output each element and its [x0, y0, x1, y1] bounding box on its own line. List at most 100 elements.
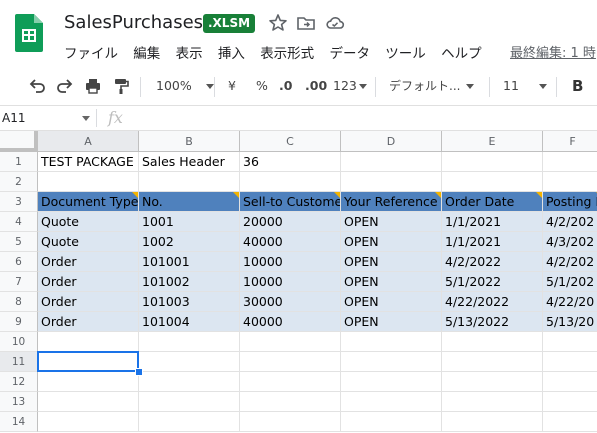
- cell-e3[interactable]: Order Date: [442, 192, 543, 212]
- cell-e2[interactable]: [442, 172, 543, 192]
- cell-c2[interactable]: [240, 172, 341, 192]
- cell-f4[interactable]: 4/2/202: [543, 212, 597, 232]
- cell-b5[interactable]: 1002: [139, 232, 240, 252]
- cell-e14[interactable]: [442, 412, 543, 432]
- cell-b4[interactable]: 1001: [139, 212, 240, 232]
- cell-d10[interactable]: [341, 332, 442, 352]
- cell-b1[interactable]: Sales Header: [139, 152, 240, 172]
- cell-a12[interactable]: [38, 372, 139, 392]
- cell-f9[interactable]: 5/13/20: [543, 312, 597, 332]
- cell-f3[interactable]: Posting D: [543, 192, 597, 212]
- print-icon[interactable]: [84, 76, 102, 96]
- cell-c3[interactable]: Sell-to Customer: [240, 192, 341, 212]
- cell-b14[interactable]: [139, 412, 240, 432]
- font-size-select[interactable]: 11: [503, 76, 547, 96]
- cell-d14[interactable]: [341, 412, 442, 432]
- row-header-12[interactable]: 12: [0, 372, 38, 392]
- cell-e1[interactable]: [442, 152, 543, 172]
- cell-c13[interactable]: [240, 392, 341, 412]
- percent-format-button[interactable]: %: [256, 76, 268, 96]
- cell-a4[interactable]: Quote: [38, 212, 139, 232]
- cell-d3[interactable]: Your Reference: [341, 192, 442, 212]
- cell-c5[interactable]: 40000: [240, 232, 341, 252]
- increase-decimal-button[interactable]: .00: [305, 76, 327, 96]
- cell-e7[interactable]: 5/1/2022: [442, 272, 543, 292]
- cell-a3[interactable]: Document Type: [38, 192, 139, 212]
- cell-d12[interactable]: [341, 372, 442, 392]
- cell-d5[interactable]: OPEN: [341, 232, 442, 252]
- cell-b7[interactable]: 101002: [139, 272, 240, 292]
- formula-input[interactable]: [140, 106, 590, 130]
- row-header-10[interactable]: 10: [0, 332, 38, 352]
- cell-d2[interactable]: [341, 172, 442, 192]
- menu-file[interactable]: ファイル: [64, 42, 118, 62]
- row-header-3[interactable]: 3: [0, 192, 38, 212]
- cell-b2[interactable]: [139, 172, 240, 192]
- cell-b11[interactable]: [139, 352, 240, 372]
- row-header-1[interactable]: 1: [0, 152, 38, 172]
- row-header-13[interactable]: 13: [0, 392, 38, 412]
- cell-e9[interactable]: 5/13/2022: [442, 312, 543, 332]
- row-header-11[interactable]: 11: [0, 352, 38, 372]
- cell-f1[interactable]: [543, 152, 597, 172]
- cell-c6[interactable]: 10000: [240, 252, 341, 272]
- cell-d6[interactable]: OPEN: [341, 252, 442, 272]
- cell-e6[interactable]: 4/2/2022: [442, 252, 543, 272]
- name-box[interactable]: A11: [0, 106, 96, 130]
- cell-f14[interactable]: [543, 412, 597, 432]
- menu-insert[interactable]: 挿入: [218, 42, 245, 62]
- cloud-saved-icon[interactable]: [325, 13, 345, 33]
- menu-data[interactable]: データ: [329, 42, 370, 62]
- currency-format-button[interactable]: ¥: [228, 76, 236, 96]
- cell-a11[interactable]: [38, 352, 139, 372]
- cell-d13[interactable]: [341, 392, 442, 412]
- cell-f10[interactable]: [543, 332, 597, 352]
- cell-d7[interactable]: OPEN: [341, 272, 442, 292]
- cell-b12[interactable]: [139, 372, 240, 392]
- cell-c14[interactable]: [240, 412, 341, 432]
- document-title[interactable]: SalesPurchases: [64, 12, 203, 33]
- row-header-14[interactable]: 14: [0, 412, 38, 432]
- cell-b10[interactable]: [139, 332, 240, 352]
- menu-help[interactable]: ヘルプ: [441, 42, 482, 62]
- column-header-e[interactable]: E: [442, 131, 543, 152]
- cell-f8[interactable]: 4/22/20: [543, 292, 597, 312]
- cell-f13[interactable]: [543, 392, 597, 412]
- zoom-select[interactable]: 100%: [156, 76, 214, 96]
- cell-d4[interactable]: OPEN: [341, 212, 442, 232]
- cell-c7[interactable]: 10000: [240, 272, 341, 292]
- cell-b13[interactable]: [139, 392, 240, 412]
- cell-a2[interactable]: [38, 172, 139, 192]
- column-header-c[interactable]: C: [240, 131, 341, 152]
- cell-f2[interactable]: [543, 172, 597, 192]
- row-header-8[interactable]: 8: [0, 292, 38, 312]
- row-header-2[interactable]: 2: [0, 172, 38, 192]
- cell-d9[interactable]: OPEN: [341, 312, 442, 332]
- cell-e8[interactable]: 4/22/2022: [442, 292, 543, 312]
- cell-c9[interactable]: 40000: [240, 312, 341, 332]
- cell-b8[interactable]: 101003: [139, 292, 240, 312]
- row-header-6[interactable]: 6: [0, 252, 38, 272]
- cell-f6[interactable]: 4/2/202: [543, 252, 597, 272]
- menu-tools[interactable]: ツール: [385, 42, 426, 62]
- row-header-7[interactable]: 7: [0, 272, 38, 292]
- cell-b3[interactable]: No.: [139, 192, 240, 212]
- cell-c12[interactable]: [240, 372, 341, 392]
- row-header-5[interactable]: 5: [0, 232, 38, 252]
- row-header-9[interactable]: 9: [0, 312, 38, 332]
- cell-c8[interactable]: 30000: [240, 292, 341, 312]
- bold-button[interactable]: B: [572, 76, 583, 96]
- menu-format[interactable]: 表示形式: [260, 42, 314, 62]
- fill-handle[interactable]: [135, 368, 143, 376]
- font-family-select[interactable]: デフォルト...: [389, 76, 475, 96]
- number-format-select[interactable]: 123: [333, 76, 367, 96]
- column-header-d[interactable]: D: [341, 131, 442, 152]
- cell-e12[interactable]: [442, 372, 543, 392]
- cell-a9[interactable]: Order: [38, 312, 139, 332]
- paint-format-icon[interactable]: [112, 76, 130, 96]
- cell-a10[interactable]: [38, 332, 139, 352]
- cell-e4[interactable]: 1/1/2021: [442, 212, 543, 232]
- cell-b9[interactable]: 101004: [139, 312, 240, 332]
- select-all-corner[interactable]: [0, 131, 38, 152]
- cell-f11[interactable]: [543, 352, 597, 372]
